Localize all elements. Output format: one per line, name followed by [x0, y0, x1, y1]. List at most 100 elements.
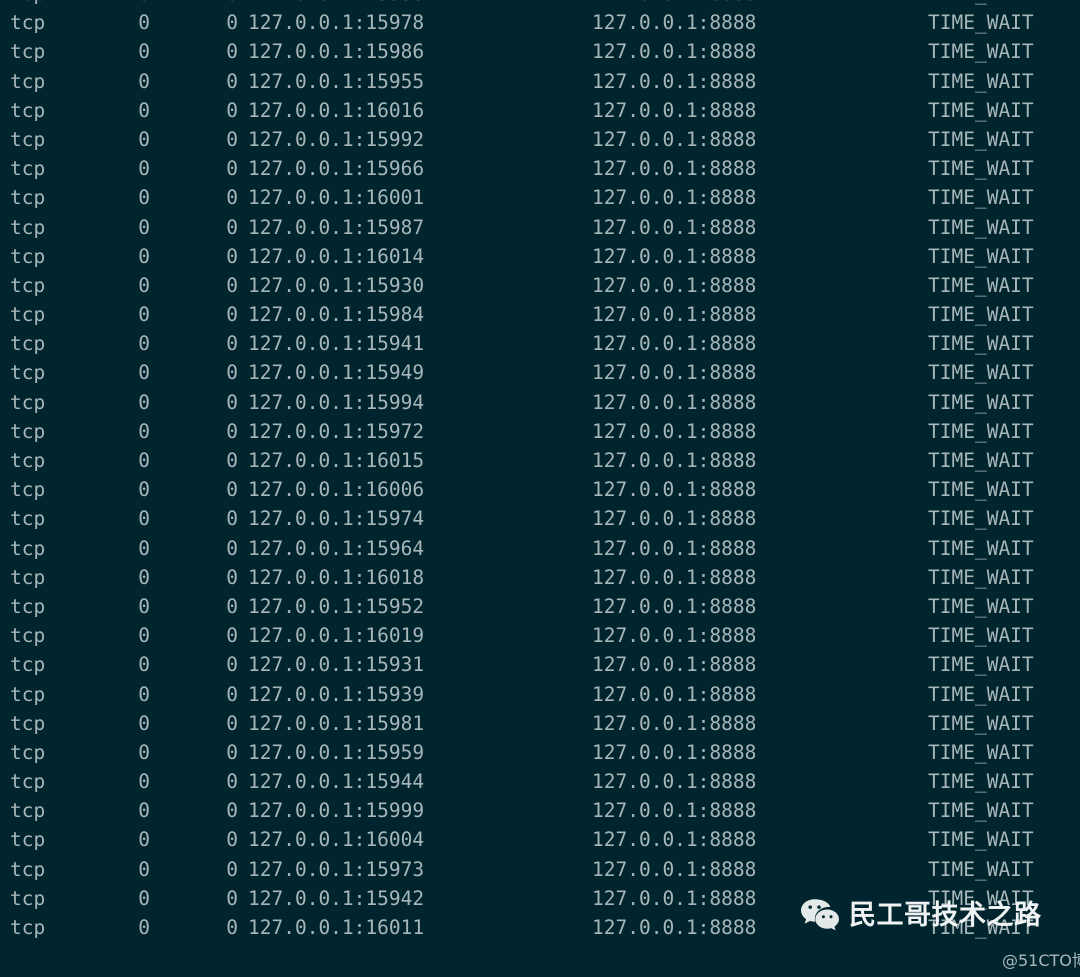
cell-recv-queue: 0: [138, 332, 150, 356]
cell-proto: tcp: [10, 11, 46, 35]
connection-row: tcp 0 0 127.0.0.1:15936 127.0.0.1:8888 TIME_W…: [0, 0, 1080, 8]
cell-recv-queue: 0: [138, 449, 150, 472]
cell-local-address: 127.0.0.1:16019: [248, 624, 425, 648]
connection-row: tcp 0 0 127.0.0.1:15931 127.0.0.1:8888 TIME_W…: [0, 650, 1080, 679]
cell-foreign-address: 127.0.0.1:8888: [592, 390, 757, 414]
cell-local-address: 127.0.0.1:15984: [248, 303, 425, 327]
cell-proto: tcp: [10, 536, 46, 560]
cell-local-address: 127.0.0.1:16006: [248, 478, 425, 502]
cell-state: TIME_WAIT: [928, 536, 1034, 560]
cell-local-address: 127.0.0.1:16016: [248, 98, 425, 122]
cell-proto: tcp: [10, 69, 46, 93]
cell-proto: tcp: [10, 332, 46, 356]
cell-proto: tcp: [10, 449, 46, 472]
cell-local-address: 127.0.0.1:15972: [248, 419, 425, 443]
cell-foreign-address: 127.0.0.1:8888: [592, 682, 757, 706]
cell-send-queue: 0: [186, 0, 238, 8]
cell-state: TIME_WAIT: [928, 215, 1034, 239]
cell-proto: tcp: [10, 682, 46, 706]
cell-state: TIME_WAIT: [928, 0, 1034, 8]
cell-foreign-address: 127.0.0.1:8888: [592, 740, 757, 764]
cell-local-address: 127.0.0.1:15955: [248, 69, 425, 93]
cell-local-address: 127.0.0.1:15941: [248, 332, 425, 356]
connection-row: tcp 0 0 127.0.0.1:15952 127.0.0.1:8888 TIME_W…: [0, 592, 1080, 621]
cell-recv-queue: 0: [138, 828, 150, 852]
connection-row: tcp 0 0 127.0.0.1:15964 127.0.0.1:8888 TIME_W…: [0, 534, 1080, 563]
cell-send-queue: 0: [226, 303, 238, 327]
cell-send-queue: 0: [226, 98, 238, 122]
connection-row: tcp 0 0 127.0.0.1:15984 127.0.0.1:8888 TIME_W…: [0, 300, 1080, 329]
cell-recv-queue: 0: [138, 419, 150, 443]
cell-state: TIME_WAIT: [928, 828, 1034, 852]
cell-recv-queue: 0: [138, 11, 150, 35]
cell-recv-queue: 0: [138, 711, 150, 735]
cell-foreign-address: 127.0.0.1:8888: [592, 624, 757, 648]
connection-row: tcp 0 0 127.0.0.1:15972 127.0.0.1:8888 TIME_W…: [0, 417, 1080, 446]
cell-foreign-address: 127.0.0.1:8888: [592, 0, 756, 8]
cell-state: TIME_WAIT: [928, 886, 1034, 910]
cell-foreign-address: 127.0.0.1:8888: [592, 127, 757, 151]
cell-send-queue: 0: [226, 11, 238, 35]
cell-state: TIME_WAIT: [928, 361, 1034, 385]
cell-recv-queue: 0: [138, 215, 150, 239]
cell-foreign-address: 127.0.0.1:8888: [592, 565, 757, 589]
cell-local-address: 127.0.0.1:15944: [248, 770, 425, 794]
cell-send-queue: 0: [226, 507, 238, 531]
cell-proto: tcp: [10, 653, 46, 677]
cell-recv-queue: 0: [138, 273, 150, 297]
cell-foreign-address: 127.0.0.1:8888: [592, 332, 757, 356]
cell-proto: tcp: [10, 157, 46, 181]
cell-local-address: 127.0.0.1:15986: [248, 40, 425, 64]
cell-local-address: 127.0.0.1:15981: [248, 711, 425, 735]
cell-local-address: 127.0.0.1:15949: [248, 361, 425, 385]
cell-proto: tcp: [10, 40, 46, 64]
connection-row: tcp 0 0 127.0.0.1:16015 127.0.0.1:8888 TIME_W…: [0, 446, 1080, 475]
cell-send-queue: 0: [226, 682, 238, 706]
cell-local-address: 127.0.0.1:16001: [248, 186, 425, 210]
cell-send-queue: 0: [226, 273, 238, 297]
cell-proto: tcp: [10, 303, 46, 327]
cell-foreign-address: 127.0.0.1:8888: [592, 916, 757, 939]
cell-foreign-address: 127.0.0.1:8888: [592, 215, 757, 239]
cell-send-queue: 0: [226, 711, 238, 735]
cell-state: TIME_WAIT: [928, 40, 1034, 64]
cell-state: TIME_WAIT: [928, 244, 1034, 268]
connection-row: tcp 0 0 127.0.0.1:15942 127.0.0.1:8888 TIME_W…: [0, 884, 1080, 913]
cell-state: TIME_WAIT: [928, 186, 1034, 210]
connection-row: tcp 0 0 127.0.0.1:16006 127.0.0.1:8888 TIME_W…: [0, 475, 1080, 504]
cell-recv-queue: 0: [138, 857, 150, 881]
connection-row: tcp 0 0 127.0.0.1:15949 127.0.0.1:8888 TIME_W…: [0, 358, 1080, 387]
cell-proto: tcp: [10, 916, 46, 939]
cell-local-address: 127.0.0.1:15994: [248, 390, 425, 414]
cell-recv-queue: 0: [138, 40, 150, 64]
cell-state: TIME_WAIT: [928, 273, 1034, 297]
cell-local-address: 127.0.0.1:15999: [248, 799, 425, 823]
cell-state: TIME_WAIT: [928, 624, 1034, 648]
cell-foreign-address: 127.0.0.1:8888: [592, 186, 757, 210]
cell-foreign-address: 127.0.0.1:8888: [592, 828, 757, 852]
connection-row: tcp 0 0 127.0.0.1:16018 127.0.0.1:8888 TIME_W…: [0, 563, 1080, 592]
cell-local-address: 127.0.0.1:15966: [248, 157, 425, 181]
cell-proto: tcp: [10, 828, 46, 852]
cell-foreign-address: 127.0.0.1:8888: [592, 886, 757, 910]
cell-state: TIME_WAIT: [928, 711, 1034, 735]
cell-recv-queue: 0: [138, 186, 150, 210]
cell-send-queue: 0: [226, 419, 238, 443]
connection-row: tcp 0 0 127.0.0.1:15992 127.0.0.1:8888 TIME_W…: [0, 125, 1080, 154]
connection-row: tcp 0 0 127.0.0.1:15941 127.0.0.1:8888 TIME_W…: [0, 329, 1080, 358]
cell-foreign-address: 127.0.0.1:8888: [592, 536, 757, 560]
cell-send-queue: 0: [226, 828, 238, 852]
cell-foreign-address: 127.0.0.1:8888: [592, 11, 757, 35]
cell-local-address: 127.0.0.1:15930: [248, 273, 425, 297]
cell-proto: tcp: [10, 186, 46, 210]
cell-foreign-address: 127.0.0.1:8888: [592, 40, 757, 64]
cell-recv-queue: 0: [138, 127, 150, 151]
cell-foreign-address: 127.0.0.1:8888: [592, 449, 757, 472]
cell-send-queue: 0: [226, 624, 238, 648]
watermark-subtitle: @51CTO博客: [1002, 951, 1080, 970]
cell-send-queue: 0: [226, 157, 238, 181]
cell-local-address: 127.0.0.1:16018: [248, 565, 425, 589]
cell-state: TIME_WAIT: [928, 507, 1034, 531]
cell-proto: tcp: [10, 770, 46, 794]
cell-proto: tcp: [10, 215, 46, 239]
